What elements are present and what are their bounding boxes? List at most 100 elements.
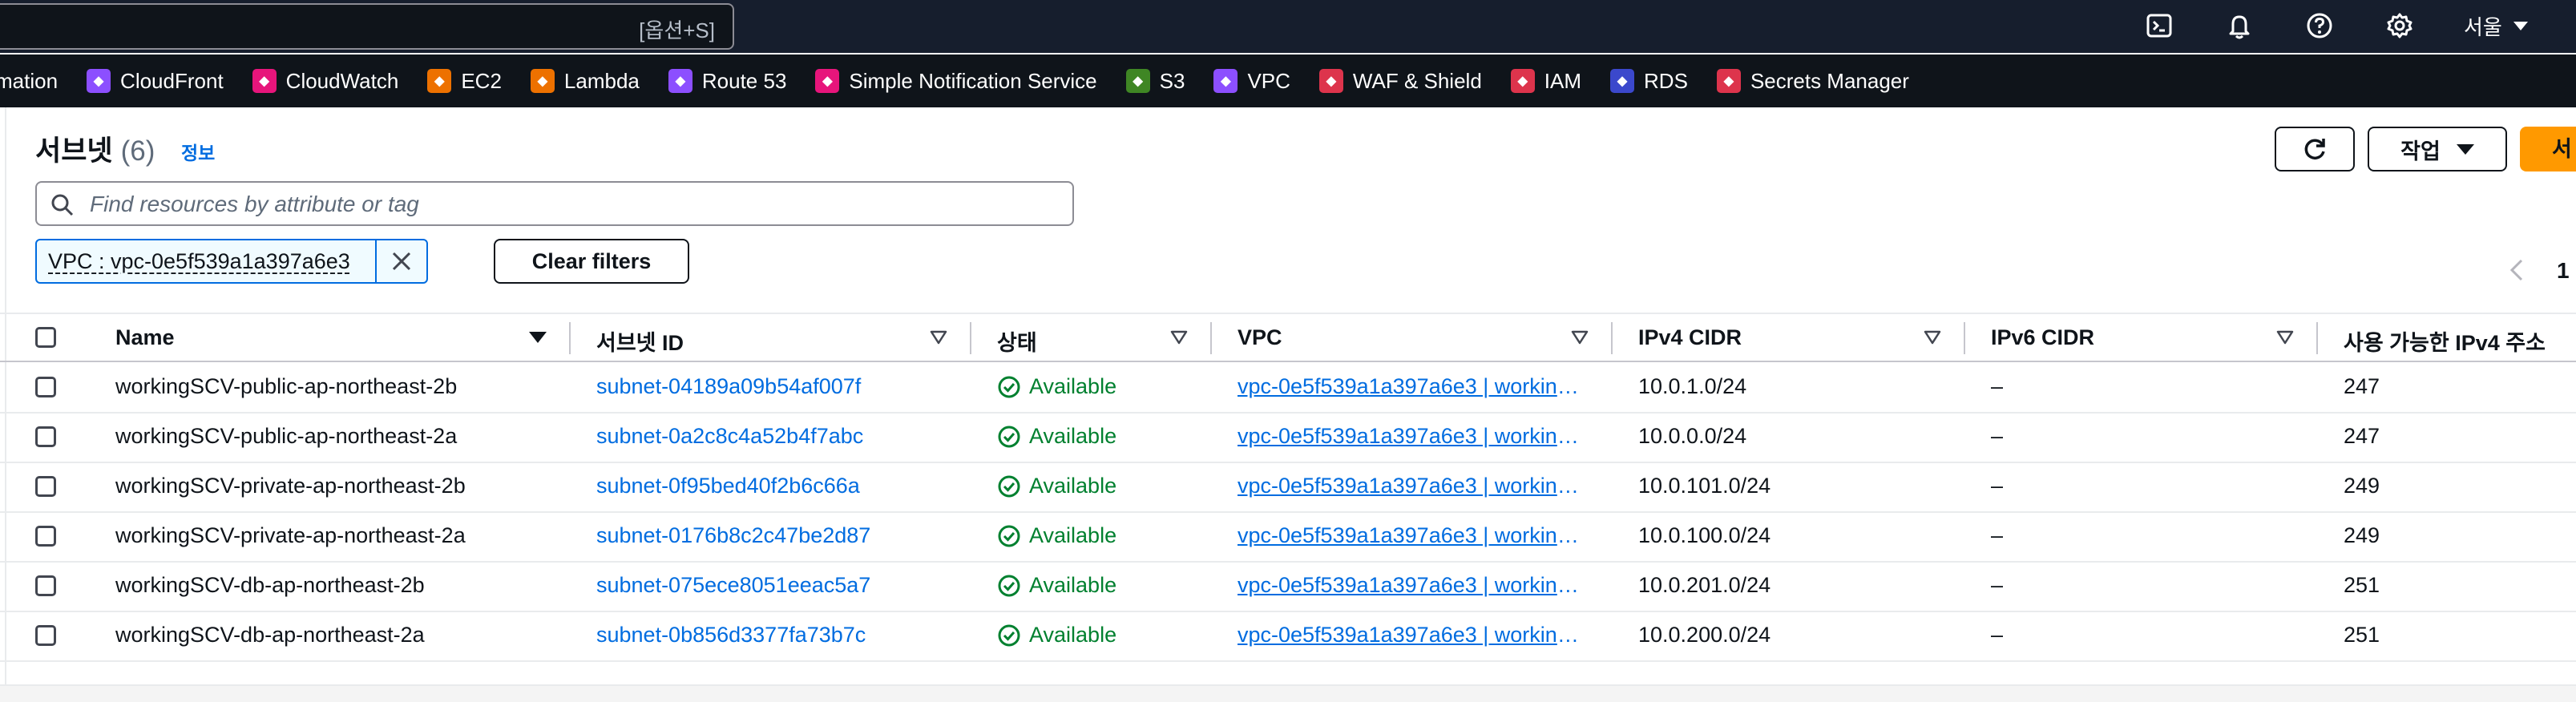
column-header-subnet-id[interactable]: 서브넷 ID [596, 325, 684, 357]
column-header-name[interactable]: Name [115, 325, 175, 350]
column-header-vpc[interactable]: VPC [1238, 325, 1282, 350]
vpc-link[interactable]: vpc-0e5f539a1a397a6e3 | workingSCV-vpc [1238, 474, 1590, 498]
ipv6-cidr: – [1991, 573, 2004, 597]
favorite-item[interactable]: ◆ Lambda [530, 69, 640, 94]
region-selector[interactable]: 서울 [2464, 11, 2528, 41]
favorite-item[interactable]: ◆ RDS [1610, 69, 1688, 94]
row-checkbox[interactable] [35, 377, 56, 397]
favorite-item[interactable]: ◆ Simple Notification Service [815, 69, 1097, 94]
clear-filters-button[interactable]: Clear filters [494, 239, 689, 284]
available-ipv4-count: 251 [2344, 623, 2380, 647]
current-page-number[interactable]: 1 [2557, 258, 2570, 284]
subnet-id-link[interactable]: subnet-075ece8051eeac5a7 [596, 573, 870, 598]
success-check-icon [997, 574, 1021, 598]
column-resizer[interactable] [1210, 322, 1212, 354]
available-ipv4-count: 247 [2344, 374, 2380, 398]
table-row[interactable]: workingSCV-private-ap-northeast-2a subnet… [0, 511, 2576, 563]
favorite-item[interactable]: ◆ EC2 [427, 69, 502, 94]
subnet-id-link[interactable]: subnet-04189a09b54af007f [596, 374, 861, 399]
table-row[interactable]: workingSCV-public-ap-northeast-2a subnet-… [0, 412, 2576, 463]
filter-input[interactable] [88, 186, 1053, 223]
favorite-item[interactable]: mation [0, 69, 58, 94]
sort-descending-icon[interactable] [529, 332, 547, 343]
subnet-id-link[interactable]: subnet-0a2c8c4a52b4f7abc [596, 424, 863, 449]
ipv4-cidr: 10.0.0.0/24 [1638, 424, 1747, 448]
subnet-name: workingSCV-db-ap-northeast-2b [115, 573, 425, 597]
vpc-link[interactable]: vpc-0e5f539a1a397a6e3 | workingSCV-vpc [1238, 374, 1590, 399]
cloudshell-icon[interactable] [2145, 11, 2174, 40]
column-header-status[interactable]: 상태 [997, 325, 1037, 357]
row-checkbox[interactable] [35, 476, 56, 497]
vpc-link[interactable]: vpc-0e5f539a1a397a6e3 | workingSCV-vpc [1238, 573, 1590, 598]
column-resizer[interactable] [1964, 322, 1965, 354]
search-icon [51, 194, 74, 216]
resource-filter[interactable] [35, 181, 1074, 226]
column-header-available-ipv4[interactable]: 사용 가능한 IPv4 주소 [2344, 325, 2546, 357]
available-ipv4-count: 251 [2344, 573, 2380, 597]
column-header-ipv4-cidr[interactable]: IPv4 CIDR [1638, 325, 1742, 350]
column-resizer[interactable] [569, 322, 571, 354]
vpc-link[interactable]: vpc-0e5f539a1a397a6e3 | workingSCV-vpc [1238, 623, 1590, 648]
favorite-item[interactable]: ◆ Route 53 [668, 69, 786, 94]
service-icon: ◆ [1510, 69, 1535, 93]
global-search-input[interactable]: [옵션+S] [0, 3, 734, 50]
vpc-link[interactable]: vpc-0e5f539a1a397a6e3 | workingSCV-vpc [1238, 424, 1590, 449]
create-subnet-button[interactable]: 서 [2520, 127, 2576, 171]
column-resizer[interactable] [2316, 322, 2318, 354]
subnet-id-link[interactable]: subnet-0b856d3377fa73b7c [596, 623, 866, 648]
vpc-console: [옵션+S] 서울 mation ◆ CloudFront ◆ CloudWatch ◆ E… [0, 0, 2576, 702]
sort-icon[interactable] [930, 330, 947, 345]
sort-icon[interactable] [1924, 330, 1941, 345]
info-link[interactable]: 정보 [181, 138, 215, 165]
vpc-link[interactable]: vpc-0e5f539a1a397a6e3 | workingSCV-vpc [1238, 523, 1590, 548]
success-check-icon [997, 623, 1021, 648]
sort-icon[interactable] [2276, 330, 2294, 345]
previous-page-icon[interactable] [2507, 258, 2528, 282]
row-checkbox[interactable] [35, 625, 56, 646]
actions-dropdown-button[interactable]: 작업 [2368, 127, 2507, 171]
filter-token[interactable]: VPC : vpc-0e5f539a1a397a6e3 [35, 239, 428, 284]
favorite-item[interactable]: ◆ CloudWatch [252, 69, 398, 94]
service-icon: ◆ [1318, 69, 1343, 93]
refresh-button[interactable] [2275, 127, 2355, 171]
row-checkbox[interactable] [35, 426, 56, 447]
table-row[interactable]: workingSCV-private-ap-northeast-2b subnet… [0, 462, 2576, 513]
status-indicator: Available [997, 424, 1116, 449]
sort-icon[interactable] [1170, 330, 1188, 345]
help-icon[interactable] [2305, 11, 2334, 40]
bell-icon[interactable] [2225, 11, 2254, 40]
row-checkbox[interactable] [35, 575, 56, 596]
status-indicator: Available [997, 523, 1116, 548]
subnet-id-link[interactable]: subnet-0176b8c2c47be2d87 [596, 523, 870, 548]
subnet-id-link[interactable]: subnet-0f95bed40f2b6c66a [596, 474, 860, 498]
status-label: Available [1029, 623, 1117, 647]
favorite-item[interactable]: ◆ VPC [1213, 69, 1290, 94]
favorite-item[interactable]: ◆ IAM [1510, 69, 1581, 94]
success-check-icon [997, 425, 1021, 449]
subnet-name: workingSCV-public-ap-northeast-2b [115, 374, 458, 398]
subnet-name: workingSCV-public-ap-northeast-2a [115, 424, 458, 448]
column-resizer[interactable] [1611, 322, 1613, 354]
table-row[interactable]: workingSCV-public-ap-northeast-2b subnet-… [0, 362, 2576, 414]
favorite-item[interactable]: ◆ S3 [1125, 69, 1185, 94]
settings-icon[interactable] [2385, 11, 2414, 40]
sort-icon[interactable] [1571, 330, 1589, 345]
table-row[interactable]: workingSCV-db-ap-northeast-2a subnet-0b85… [0, 611, 2576, 662]
row-checkbox[interactable] [35, 526, 56, 547]
table-row[interactable]: workingSCV-db-ap-northeast-2b subnet-075e… [0, 561, 2576, 612]
region-label: 서울 [2464, 15, 2502, 39]
favorite-label: WAF & Shield [1352, 68, 1482, 93]
remove-filter-button[interactable] [375, 240, 426, 282]
favorite-item[interactable]: ◆ CloudFront [87, 69, 224, 94]
page-title: 서브넷 (6) [35, 128, 155, 169]
status-label: Available [1029, 523, 1117, 547]
favorite-item[interactable]: ◆ WAF & Shield [1318, 68, 1482, 94]
select-all-checkbox[interactable] [35, 327, 56, 348]
subnet-name: workingSCV-private-ap-northeast-2a [115, 523, 466, 547]
column-resizer[interactable] [970, 322, 971, 354]
favorite-item[interactable]: ◆ Secrets Manager [1716, 69, 1909, 94]
service-icon: ◆ [530, 69, 555, 93]
column-header-ipv6-cidr[interactable]: IPv6 CIDR [1991, 325, 2094, 350]
table-header: Name 서브넷 ID 상태 VPC IPv4 CIDR IPv6 CIDR 사… [0, 313, 2576, 362]
horizontal-scrollbar[interactable] [0, 684, 2576, 702]
